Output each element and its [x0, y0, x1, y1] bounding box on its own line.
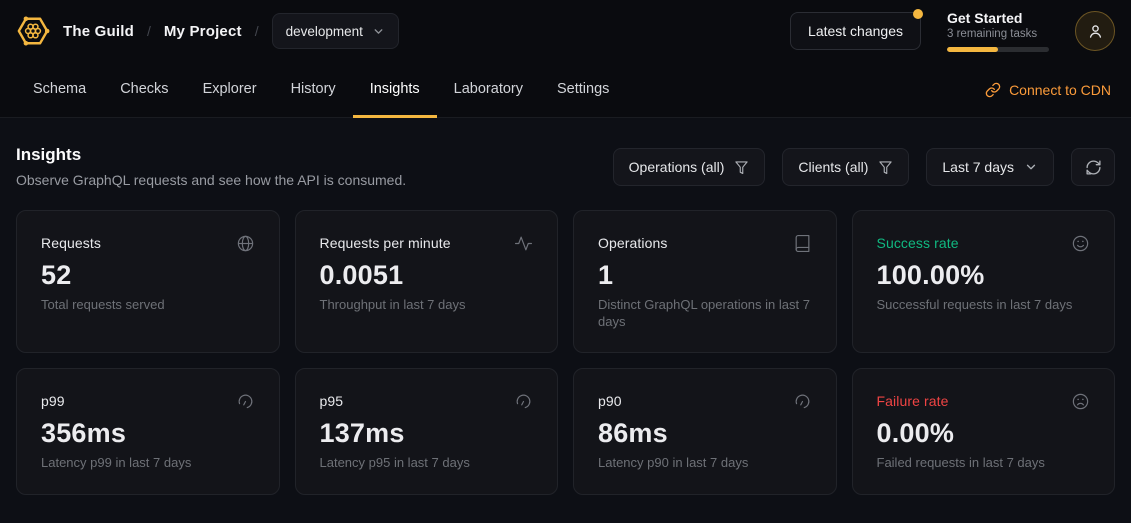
page-title: Insights: [16, 145, 406, 165]
smile-icon: [1071, 234, 1090, 253]
target-selector[interactable]: development: [272, 13, 399, 49]
tab-insights[interactable]: Insights: [353, 62, 437, 118]
stat-card-requests-per-minute: Requests per minute 0.0051 Throughput in…: [295, 210, 559, 353]
card-value: 137ms: [320, 420, 534, 447]
breadcrumb-project[interactable]: My Project: [164, 23, 242, 40]
stat-card-p95: p95 137ms Latency p95 in last 7 days: [295, 368, 559, 495]
tab-laboratory[interactable]: Laboratory: [437, 62, 540, 118]
get-started-widget[interactable]: Get Started 3 remaining tasks: [947, 10, 1049, 52]
user-avatar[interactable]: [1075, 11, 1115, 51]
card-label: Success rate: [877, 235, 959, 251]
funnel-icon: [878, 160, 893, 175]
refresh-button[interactable]: [1071, 148, 1115, 186]
card-value: 0.00%: [877, 420, 1091, 447]
gauge-icon: [514, 392, 533, 411]
gauge-icon: [793, 392, 812, 411]
card-description: Distinct GraphQL operations in last 7 da…: [598, 297, 812, 331]
clients-filter-button[interactable]: Clients (all): [782, 148, 909, 186]
book-icon: [793, 234, 812, 253]
card-description: Successful requests in last 7 days: [877, 297, 1091, 314]
top-bars: The Guild / My Project / development Lat…: [0, 0, 1131, 118]
card-label: Requests: [41, 235, 101, 251]
card-label: Failure rate: [877, 393, 949, 409]
card-value: 0.0051: [320, 262, 534, 289]
breadcrumb-separator: /: [147, 23, 151, 39]
get-started-title: Get Started: [947, 10, 1049, 26]
card-description: Latency p90 in last 7 days: [598, 455, 812, 472]
card-value: 1: [598, 262, 812, 289]
card-description: Latency p99 in last 7 days: [41, 455, 255, 472]
card-description: Throughput in last 7 days: [320, 297, 534, 314]
stat-card-failure-rate: Failure rate 0.00% Failed requests in la…: [852, 368, 1116, 495]
card-label: p95: [320, 393, 344, 409]
date-range-label: Last 7 days: [942, 159, 1014, 175]
hive-logo-icon[interactable]: [16, 14, 50, 48]
clients-filter-label: Clients (all): [798, 159, 868, 175]
gauge-icon: [236, 392, 255, 411]
tab-list: Schema Checks Explorer History Insights …: [16, 62, 626, 117]
operations-filter-button[interactable]: Operations (all): [613, 148, 766, 186]
progress-fill: [947, 47, 998, 52]
latest-changes-label: Latest changes: [808, 23, 903, 39]
stats-grid: Requests 52 Total requests served Reques…: [16, 210, 1115, 495]
stat-card-p90: p90 86ms Latency p90 in last 7 days: [573, 368, 837, 495]
funnel-icon: [734, 160, 749, 175]
get-started-subtitle: 3 remaining tasks: [947, 28, 1049, 40]
stat-card-operations: Operations 1 Distinct GraphQL operations…: [573, 210, 837, 353]
card-label: Operations: [598, 235, 667, 251]
filter-toolbar: Operations (all) Clients (all) Last 7 da…: [613, 148, 1115, 186]
card-value: 86ms: [598, 420, 812, 447]
card-value: 356ms: [41, 420, 255, 447]
get-started-progress: [947, 47, 1049, 52]
person-icon: [1086, 22, 1105, 41]
tab-explorer[interactable]: Explorer: [186, 62, 274, 118]
card-description: Total requests served: [41, 297, 255, 314]
date-range-selector[interactable]: Last 7 days: [926, 148, 1054, 186]
target-selector-label: development: [286, 24, 363, 39]
latest-changes-button[interactable]: Latest changes: [790, 12, 921, 50]
insights-title-block: Insights Observe GraphQL requests and se…: [16, 145, 406, 188]
tab-schema[interactable]: Schema: [16, 62, 103, 118]
connect-to-cdn-label: Connect to CDN: [1009, 82, 1111, 98]
card-value: 100.00%: [877, 262, 1091, 289]
tab-checks[interactable]: Checks: [103, 62, 185, 118]
frown-icon: [1071, 392, 1090, 411]
stat-card-requests: Requests 52 Total requests served: [16, 210, 280, 353]
header-right: Latest changes Get Started 3 remaining t…: [790, 10, 1115, 52]
notification-dot: [913, 9, 923, 19]
stat-card-p99: p99 356ms Latency p99 in last 7 days: [16, 368, 280, 495]
header: The Guild / My Project / development Lat…: [0, 0, 1131, 62]
chevron-down-icon: [1024, 160, 1038, 174]
card-value: 52: [41, 262, 255, 289]
project-nav: Schema Checks Explorer History Insights …: [0, 62, 1131, 118]
breadcrumb-separator: /: [255, 23, 259, 39]
page-subtitle: Observe GraphQL requests and see how the…: [16, 172, 406, 188]
card-description: Latency p95 in last 7 days: [320, 455, 534, 472]
connect-to-cdn-link[interactable]: Connect to CDN: [981, 62, 1115, 117]
insights-header: Insights Observe GraphQL requests and se…: [0, 118, 1131, 188]
globe-icon: [236, 234, 255, 253]
card-label: Requests per minute: [320, 235, 451, 251]
chevron-down-icon: [372, 25, 385, 38]
tab-history[interactable]: History: [274, 62, 353, 118]
stat-card-success-rate: Success rate 100.00% Successful requests…: [852, 210, 1116, 353]
tab-settings[interactable]: Settings: [540, 62, 626, 118]
refresh-icon: [1085, 159, 1102, 176]
activity-icon: [514, 234, 533, 253]
card-label: p99: [41, 393, 65, 409]
breadcrumb: The Guild / My Project / development: [16, 13, 399, 49]
breadcrumb-org[interactable]: The Guild: [63, 23, 134, 40]
operations-filter-label: Operations (all): [629, 159, 725, 175]
card-description: Failed requests in last 7 days: [877, 455, 1091, 472]
card-label: p90: [598, 393, 622, 409]
link-icon: [985, 82, 1001, 98]
